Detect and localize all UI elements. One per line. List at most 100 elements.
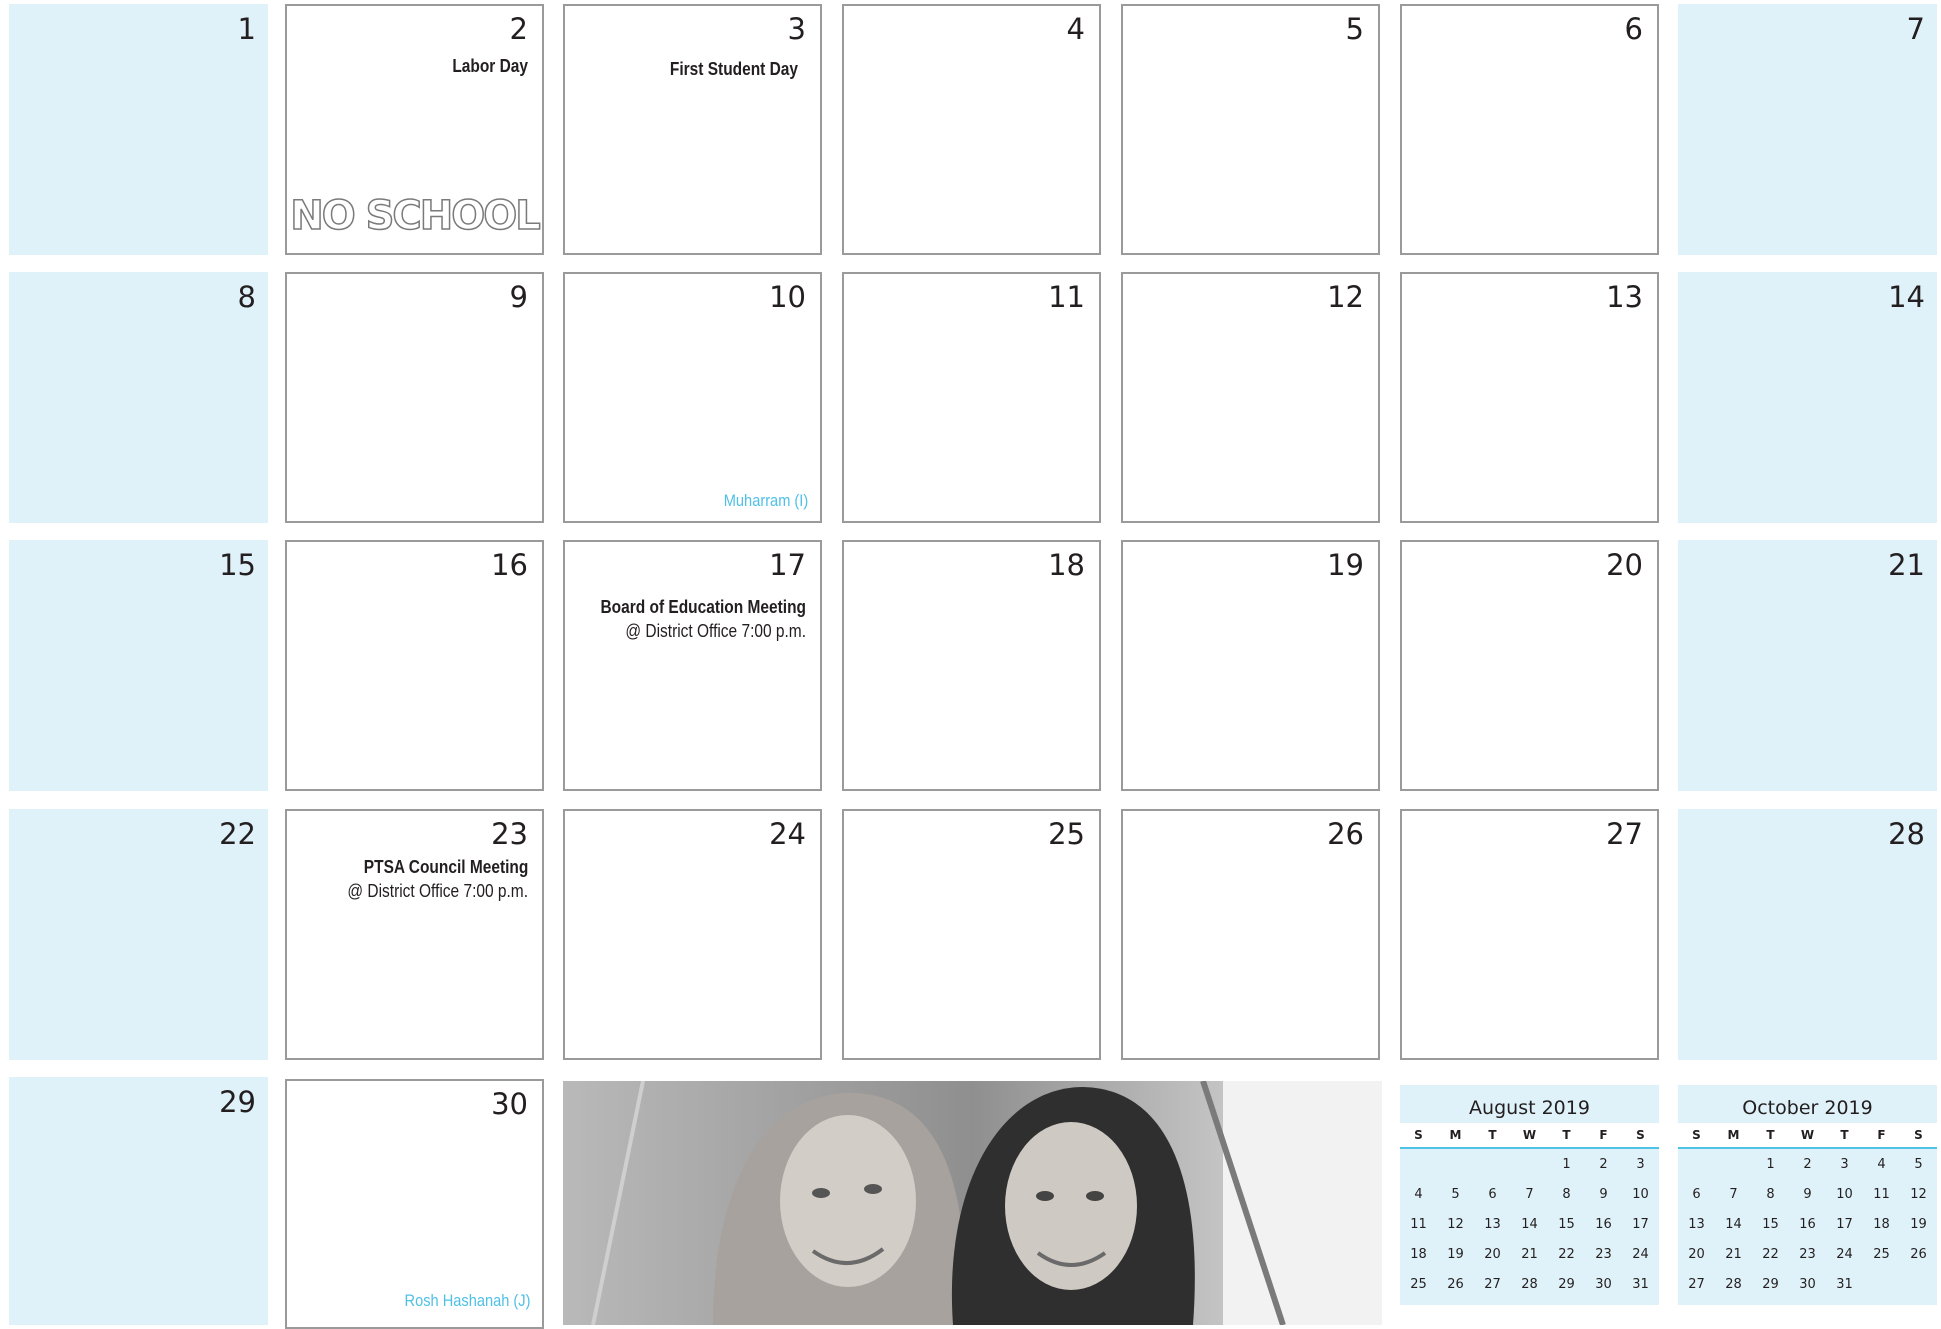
- mini-day: 24: [1836, 1246, 1853, 1262]
- mini-day: 21: [1725, 1246, 1742, 1262]
- mini-calendar-week: 27 28 29 30 31: [1678, 1269, 1937, 1299]
- day-number: 2: [509, 12, 528, 46]
- day-cell-7: 7: [1678, 4, 1937, 255]
- mini-day: 1: [1562, 1156, 1571, 1172]
- mini-day: 2: [1599, 1156, 1608, 1172]
- day-number: 7: [1906, 12, 1925, 46]
- day-cell-14: 14: [1678, 272, 1937, 523]
- mini-day: 24: [1632, 1246, 1649, 1262]
- day-number: 8: [237, 280, 256, 314]
- day-cell-6: 6: [1400, 4, 1659, 255]
- mini-day: 15: [1762, 1216, 1779, 1232]
- mini-day: 3: [1636, 1156, 1645, 1172]
- photo-image: [563, 1081, 1382, 1325]
- day-cell-23: 23 PTSA Council Meeting @ District Offic…: [285, 809, 544, 1060]
- mini-day: 14: [1725, 1216, 1742, 1232]
- mini-day: 10: [1836, 1186, 1853, 1202]
- weekday-header: T: [1562, 1128, 1571, 1142]
- day-number: 13: [1606, 280, 1643, 314]
- mini-day: 28: [1725, 1276, 1742, 1292]
- day-cell-15: 15: [9, 540, 268, 791]
- day-cell-29: 29: [9, 1077, 268, 1325]
- day-cell-27: 27: [1400, 809, 1659, 1060]
- weekday-header: S: [1692, 1128, 1701, 1142]
- day-number: 16: [491, 548, 528, 582]
- mini-day: 8: [1562, 1186, 1571, 1202]
- weekday-header: W: [1522, 1128, 1537, 1142]
- mini-day: 4: [1877, 1156, 1886, 1172]
- mini-day: 26: [1910, 1246, 1927, 1262]
- mini-day: 5: [1914, 1156, 1923, 1172]
- mini-day: 9: [1803, 1186, 1812, 1202]
- day-number: 17: [769, 548, 806, 582]
- day-number: 23: [491, 817, 528, 851]
- mini-calendar-week: 1 2 3 4 5: [1678, 1149, 1937, 1179]
- mini-day: 6: [1488, 1186, 1497, 1202]
- mini-day: 5: [1451, 1186, 1460, 1202]
- day-cell-9: 9: [285, 272, 544, 523]
- day-cell-3: 3 First Student Day: [563, 4, 822, 255]
- mini-day: 29: [1762, 1276, 1779, 1292]
- day-number: 5: [1345, 12, 1364, 46]
- day-cell-22: 22: [9, 809, 268, 1060]
- mini-day: 25: [1410, 1276, 1427, 1292]
- mini-day: 2: [1803, 1156, 1812, 1172]
- day-number: 9: [509, 280, 528, 314]
- mini-day: 30: [1799, 1276, 1816, 1292]
- mini-day: 28: [1521, 1276, 1538, 1292]
- day-number: 28: [1888, 817, 1925, 851]
- mini-day: 15: [1558, 1216, 1575, 1232]
- mini-calendar-week: 4 5 6 7 8 9 10: [1400, 1179, 1659, 1209]
- mini-calendar-august: August 2019 S M T W T F S 123 4 5 6 7 8 9 10 1…: [1400, 1085, 1659, 1305]
- day-cell-11: 11: [842, 272, 1101, 523]
- event-labor-day: Labor Day: [452, 56, 528, 76]
- mini-calendar-week: 1 2 3: [1400, 1149, 1659, 1179]
- day-cell-10: 10 Muharram (I): [563, 272, 822, 523]
- mini-calendar-header: S M T W T F S: [1400, 1123, 1659, 1149]
- day-cell-30: 30 Rosh Hashanah (J): [285, 1079, 544, 1329]
- mini-day: 21: [1521, 1246, 1538, 1262]
- day-cell-24: 24: [563, 809, 822, 1060]
- mini-day: 7: [1525, 1186, 1534, 1202]
- mini-calendar-week: 25 26 27 28 29 30 31: [1400, 1269, 1659, 1299]
- mini-calendar-week: 6 7 8 9 10 11 12: [1678, 1179, 1937, 1209]
- mini-calendar-header: S M T W T F S: [1678, 1123, 1937, 1149]
- event-rosh-hashanah: Rosh Hashanah (J): [404, 1291, 530, 1310]
- mini-day: 20: [1484, 1246, 1501, 1262]
- mini-day: 31: [1632, 1276, 1649, 1292]
- day-number: 11: [1048, 280, 1085, 314]
- weekday-header: T: [1840, 1128, 1849, 1142]
- no-school-banner: NO SCHOOL: [289, 192, 541, 240]
- day-cell-13: 13: [1400, 272, 1659, 523]
- mini-day: 4: [1414, 1186, 1423, 1202]
- mini-day: 1: [1766, 1156, 1775, 1172]
- event-ptsa-title: PTSA Council Meeting: [363, 857, 528, 877]
- mini-day: 6: [1692, 1186, 1701, 1202]
- mini-calendar-title: August 2019: [1469, 1097, 1590, 1119]
- mini-day: 11: [1410, 1216, 1427, 1232]
- weekday-header: M: [1449, 1128, 1462, 1142]
- day-cell-5: 5: [1121, 4, 1380, 255]
- mini-day: 27: [1688, 1276, 1705, 1292]
- day-cell-12: 12: [1121, 272, 1380, 523]
- day-cell-1: 1: [9, 4, 268, 255]
- mini-day: 31: [1836, 1276, 1853, 1292]
- mini-day: 3: [1840, 1156, 1849, 1172]
- mini-day: 10: [1632, 1186, 1649, 1202]
- event-board-meeting-title: Board of Education Meeting: [600, 597, 806, 617]
- day-cell-20: 20: [1400, 540, 1659, 791]
- mini-day: 16: [1799, 1216, 1816, 1232]
- event-ptsa-detail: @ District Office 7:00 p.m.: [347, 881, 528, 901]
- mini-day: 25: [1873, 1246, 1890, 1262]
- mini-day: 19: [1910, 1216, 1927, 1232]
- day-number: 4: [1066, 12, 1085, 46]
- day-number: 27: [1606, 817, 1643, 851]
- day-cell-21: 21: [1678, 540, 1937, 791]
- day-number: 30: [491, 1087, 528, 1121]
- mini-day: 20: [1688, 1246, 1705, 1262]
- day-number: 15: [219, 548, 256, 582]
- mini-day: 7: [1729, 1186, 1738, 1202]
- mini-calendar-week: 18 19 20 21 22 23 24: [1400, 1239, 1659, 1269]
- mini-calendar-week: 13 14 15 16 17 18 19: [1678, 1209, 1937, 1239]
- weekday-header: W: [1800, 1128, 1815, 1142]
